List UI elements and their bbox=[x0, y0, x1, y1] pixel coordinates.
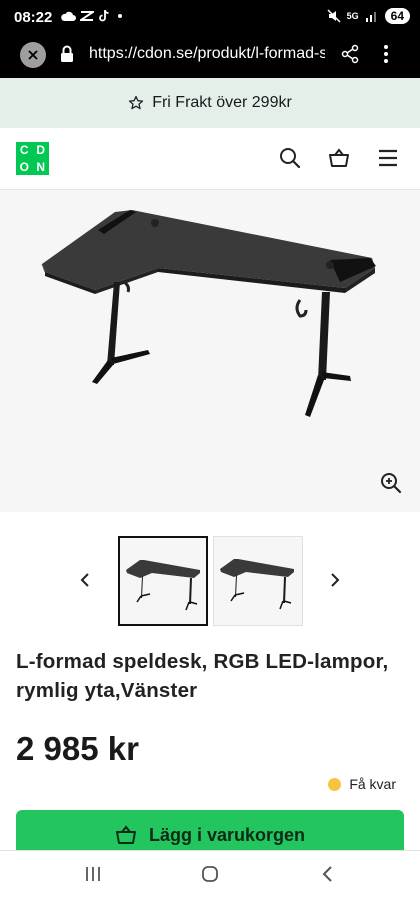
thumbnail-2[interactable] bbox=[213, 536, 303, 626]
chevron-left-icon[interactable] bbox=[80, 568, 90, 594]
system-navigation-bar bbox=[0, 850, 420, 900]
url-field[interactable]: https://cdon.se/produkt/l-formad-speldes… bbox=[89, 45, 325, 63]
cdon-logo[interactable]: C D O N bbox=[16, 142, 49, 175]
close-tab-button[interactable] bbox=[20, 42, 46, 68]
gaming-desk-image bbox=[41, 210, 376, 417]
logo-letter: D bbox=[36, 143, 46, 158]
product-price: 2 985 kr bbox=[16, 730, 139, 767]
thumbnail-carousel bbox=[0, 512, 420, 637]
status-notification-icons bbox=[60, 9, 122, 22]
zoom-icon[interactable] bbox=[380, 472, 402, 494]
home-icon[interactable] bbox=[201, 865, 219, 883]
close-icon bbox=[28, 50, 38, 60]
status-time: 08:22 bbox=[14, 9, 53, 26]
stock-status: Få kvar bbox=[328, 776, 396, 792]
chevron-right-icon[interactable] bbox=[330, 568, 340, 594]
cart-icon bbox=[115, 825, 136, 844]
battery-indicator: 64 bbox=[384, 8, 410, 24]
stock-status-text: Få kvar bbox=[349, 776, 396, 792]
status-bar: 08:22 5G 64 bbox=[0, 0, 420, 36]
tiktok-icon bbox=[99, 9, 109, 22]
star-icon bbox=[129, 95, 144, 110]
status-system-icons: 5G 64 bbox=[327, 8, 410, 24]
product-info: L-formad speldesk, RGB LED-lam­por, ryml… bbox=[0, 637, 420, 860]
promo-text: Fri Frakt över 299kr bbox=[152, 94, 292, 111]
back-icon[interactable] bbox=[320, 865, 334, 883]
promo-banner: Fri Frakt över 299kr bbox=[0, 78, 420, 128]
recent-apps-icon[interactable] bbox=[84, 865, 102, 883]
network-type: 5G bbox=[346, 11, 359, 21]
thumbnail-1[interactable] bbox=[118, 536, 208, 626]
cloud-icon bbox=[61, 11, 76, 21]
search-icon[interactable] bbox=[279, 147, 301, 169]
capcut-icon bbox=[80, 10, 94, 21]
more-options-icon[interactable] bbox=[383, 43, 389, 65]
menu-icon[interactable] bbox=[377, 147, 399, 169]
product-main-image[interactable] bbox=[0, 190, 420, 512]
more-notifications-dot bbox=[118, 13, 122, 18]
product-title: L-formad speldesk, RGB LED-lam­por, ryml… bbox=[16, 650, 389, 702]
share-icon[interactable] bbox=[341, 44, 359, 64]
mute-icon bbox=[327, 9, 341, 23]
logo-letter: N bbox=[36, 159, 46, 174]
signal-icon bbox=[365, 12, 376, 22]
cart-icon[interactable] bbox=[328, 147, 350, 169]
site-header: C D O N bbox=[0, 128, 420, 190]
lock-icon[interactable] bbox=[60, 45, 74, 63]
browser-toolbar: https://cdon.se/produkt/l-formad-speldes… bbox=[0, 36, 420, 78]
stock-indicator-dot bbox=[328, 777, 342, 791]
logo-letter: O bbox=[19, 159, 29, 174]
add-to-cart-label: Lägg i varukorgen bbox=[148, 824, 306, 845]
logo-letter: C bbox=[19, 143, 29, 158]
desk-thumbnail-image bbox=[220, 559, 294, 610]
desk-thumbnail-image bbox=[126, 560, 200, 611]
